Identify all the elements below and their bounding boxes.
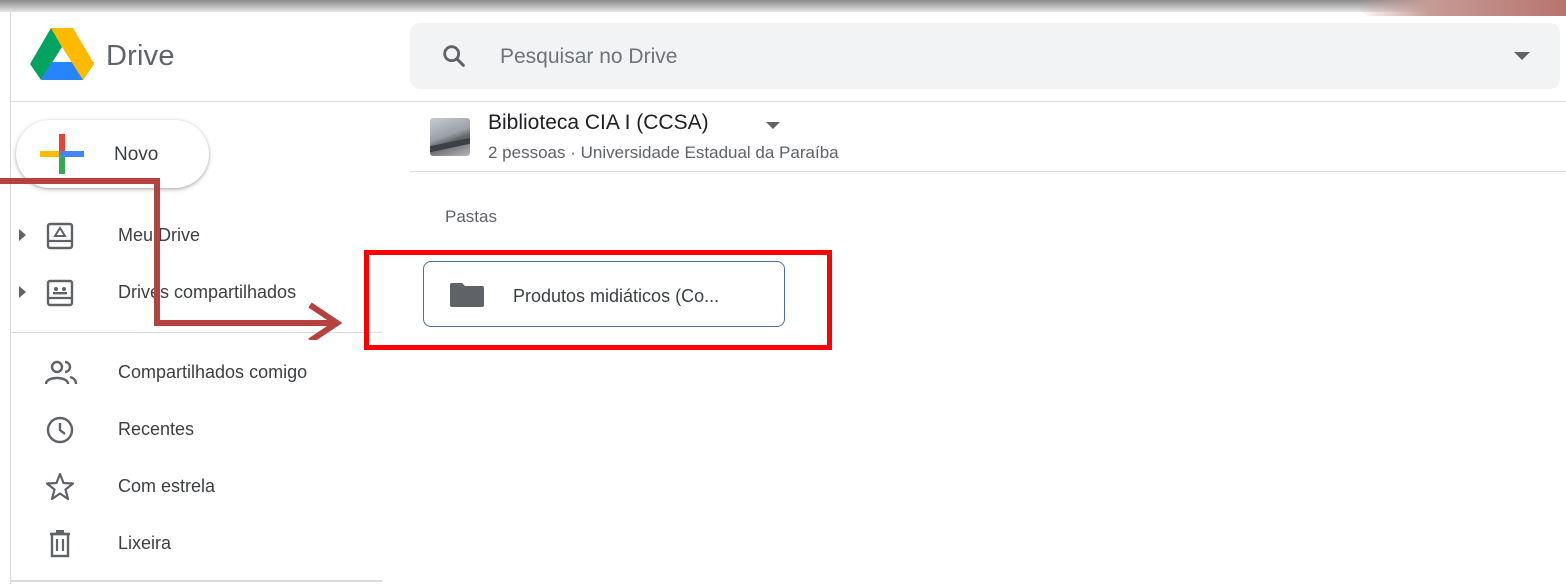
new-button-label: Novo xyxy=(114,144,159,165)
search-icon[interactable] xyxy=(440,42,468,75)
trash-icon xyxy=(44,529,76,559)
sidebar-item-label: Com estrela xyxy=(118,476,216,496)
folders-section-label: Pastas xyxy=(445,207,497,226)
header-divider xyxy=(10,101,1566,102)
star-icon xyxy=(44,472,76,502)
shared-with-me-icon xyxy=(44,358,78,388)
sidebar-item-trash[interactable]: Lixeira xyxy=(0,523,380,563)
drive-logo[interactable]: Drive xyxy=(30,27,175,85)
sidebar-item-label: Compartilhados comigo xyxy=(118,362,308,382)
shared-drive-menu-icon[interactable] xyxy=(766,122,780,129)
search-input[interactable]: Pesquisar no Drive xyxy=(500,45,677,69)
sidebar-item-label: Lixeira xyxy=(118,533,172,553)
highlight-box xyxy=(364,250,832,350)
search-options-dropdown-icon[interactable] xyxy=(1514,52,1530,60)
sidebar-item-shared-with-me[interactable]: Compartilhados comigo xyxy=(0,352,380,392)
drive-logo-text: Drive xyxy=(106,39,175,72)
shared-drive-name[interactable]: Biblioteca CIA I (CCSA) xyxy=(488,111,709,135)
sidebar-item-recent[interactable]: Recentes xyxy=(0,409,380,449)
annotation-arrow xyxy=(0,178,343,340)
window-top-frame xyxy=(0,0,1566,12)
sidebar-item-starred[interactable]: Com estrela xyxy=(0,466,380,506)
shared-drive-info: 2 pessoas · Universidade Estadual da Par… xyxy=(488,143,839,162)
shared-drive-thumbnail xyxy=(430,118,470,156)
content-divider xyxy=(410,171,1566,172)
sidebar-bottom-divider xyxy=(10,580,382,582)
clock-icon xyxy=(44,415,76,445)
sidebar-item-label: Recentes xyxy=(118,419,195,439)
drive-logo-icon xyxy=(30,27,94,85)
corner-decoration xyxy=(1356,0,1566,16)
search-bar[interactable]: Pesquisar no Drive xyxy=(410,23,1560,89)
